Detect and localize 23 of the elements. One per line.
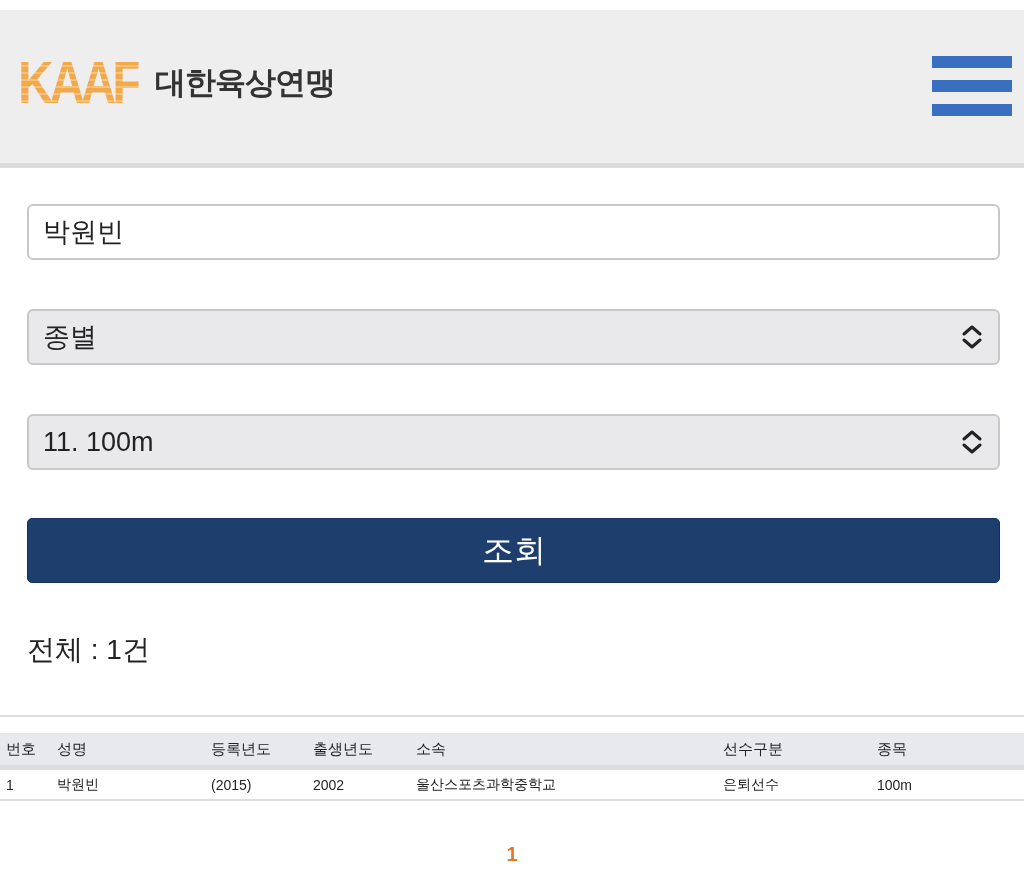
column-header: 선수구분	[723, 739, 783, 759]
column-header: 종목	[877, 739, 907, 759]
column-header: 성명	[57, 739, 87, 759]
table-cell: 2002	[313, 776, 345, 793]
org-name: 대한육상연맹	[154, 63, 335, 102]
column-header: 등록년도	[211, 739, 271, 759]
table-cell: (2015)	[211, 776, 252, 793]
chevron-updown-icon	[962, 325, 982, 349]
table-cell: 100m	[877, 776, 913, 793]
table-cell: 박원빈	[57, 775, 99, 794]
column-header: 소속	[416, 739, 446, 759]
dropdown-select[interactable]: 종별	[27, 309, 1000, 365]
table-cell: 울산스포츠과학중학교	[416, 775, 556, 794]
table-cell: 은퇴선수	[723, 775, 779, 794]
column-header: 번호	[6, 739, 36, 759]
chevron-updown-icon	[962, 430, 982, 454]
table-cell: 1	[6, 776, 14, 793]
name-input[interactable]: 박원빈	[27, 204, 1000, 260]
search-button[interactable]: 조회	[27, 518, 1000, 583]
menu-icon[interactable]	[932, 55, 1012, 116]
result-count: 전체 : 1건	[27, 633, 150, 667]
column-header: 출생년도	[313, 739, 373, 759]
dropdown-select[interactable]: 11. 100m	[27, 414, 1000, 470]
